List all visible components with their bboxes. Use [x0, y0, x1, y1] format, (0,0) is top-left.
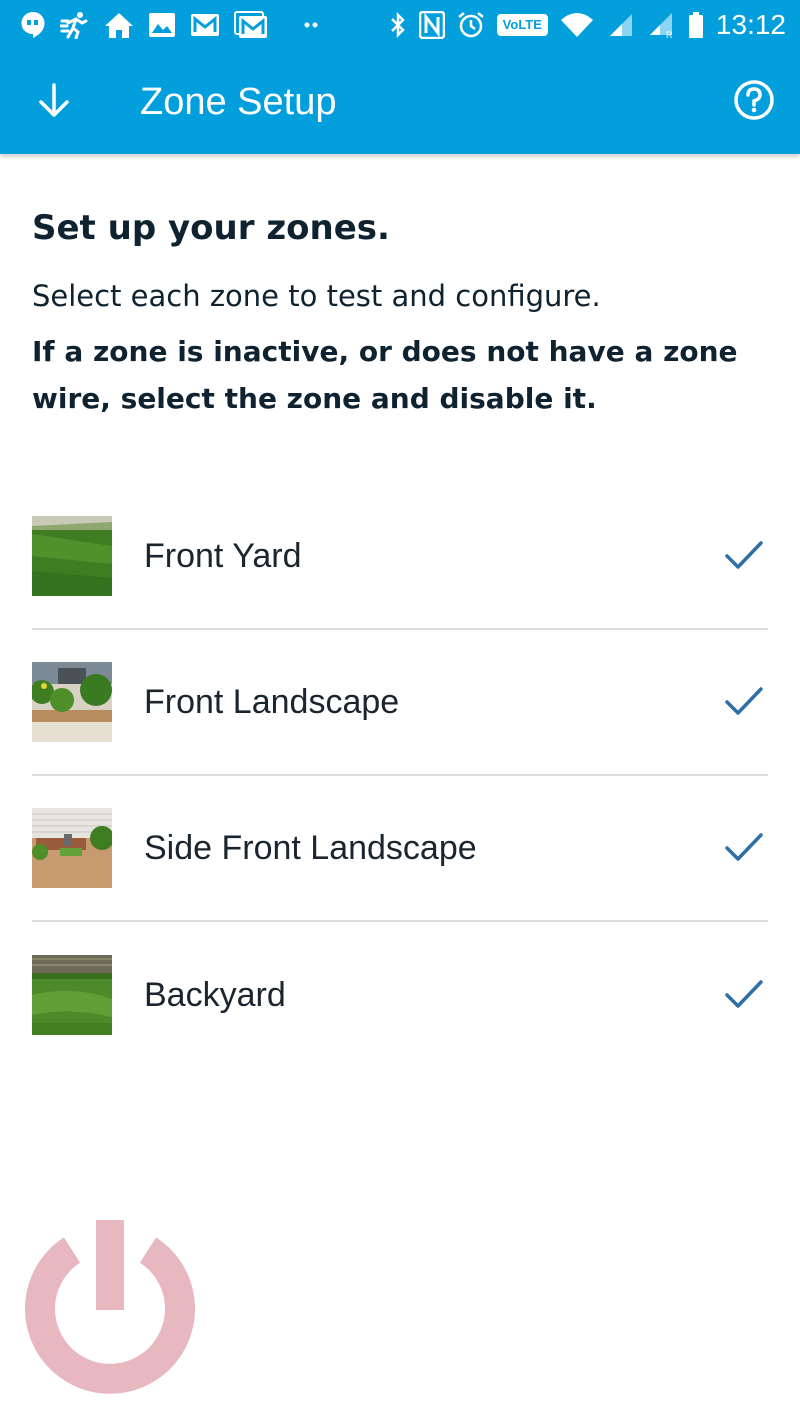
photo-icon: [148, 10, 176, 40]
zone-thumbnail: [32, 955, 112, 1035]
intro-section: Set up your zones. Select each zone to t…: [32, 200, 772, 422]
nfc-icon: [418, 10, 445, 40]
help-button[interactable]: [730, 78, 778, 126]
wifi-icon: [560, 10, 594, 40]
app-bar: Zone Setup: [0, 50, 800, 154]
clock: 13:12: [715, 9, 786, 40]
zone-label: Side Front Landscape: [144, 828, 477, 867]
signal-roaming-icon: R: [646, 10, 676, 40]
battery-icon: [688, 10, 704, 40]
check-icon: [720, 532, 768, 580]
zone-row-front-yard[interactable]: Front Yard: [32, 484, 768, 630]
check-icon: [720, 678, 768, 726]
warning-text: If a zone is inactive, or does not have …: [32, 335, 738, 415]
zone-row-backyard[interactable]: Backyard: [32, 922, 768, 1068]
alarm-icon: [457, 10, 485, 40]
power-logo-icon: [20, 1210, 200, 1410]
zone-thumbnail: [32, 516, 112, 596]
zone-thumbnail: [32, 808, 112, 888]
system-icons: VoLTE R 13:12: [389, 8, 786, 42]
arrow-down-icon: [37, 82, 71, 122]
status-bar: VoLTE R 13:12: [0, 0, 800, 50]
volte-badge: VoLTE: [496, 10, 548, 40]
instruction-text: Select each zone to test and configure.: [32, 279, 601, 313]
more-dots-icon: [304, 10, 318, 40]
zone-row-front-landscape[interactable]: Front Landscape: [32, 630, 768, 776]
zone-label: Front Landscape: [144, 682, 400, 721]
gmail-icon: [234, 10, 268, 40]
activity-icon: [60, 10, 90, 40]
hangouts-icon: [20, 10, 46, 40]
bluetooth-icon: [389, 10, 407, 40]
zone-label: Front Yard: [144, 536, 302, 575]
back-button[interactable]: [22, 78, 86, 126]
check-icon: [720, 824, 768, 872]
zone-row-side-front-landscape[interactable]: Side Front Landscape: [32, 776, 768, 922]
check-icon: [720, 971, 768, 1019]
signal-icon: [606, 10, 634, 40]
section-heading: Set up your zones.: [32, 208, 390, 248]
home-icon: [104, 10, 134, 40]
page-title: Zone Setup: [140, 81, 337, 123]
zone-list: Front Yard Front Landscape Side Front La…: [32, 484, 768, 1068]
help-circle-icon: [733, 79, 775, 125]
zone-thumbnail: [32, 662, 112, 742]
svg-text:R: R: [666, 30, 673, 39]
zone-label: Backyard: [144, 975, 286, 1014]
gmail-icon: [190, 10, 220, 40]
notification-icons: [20, 8, 318, 42]
